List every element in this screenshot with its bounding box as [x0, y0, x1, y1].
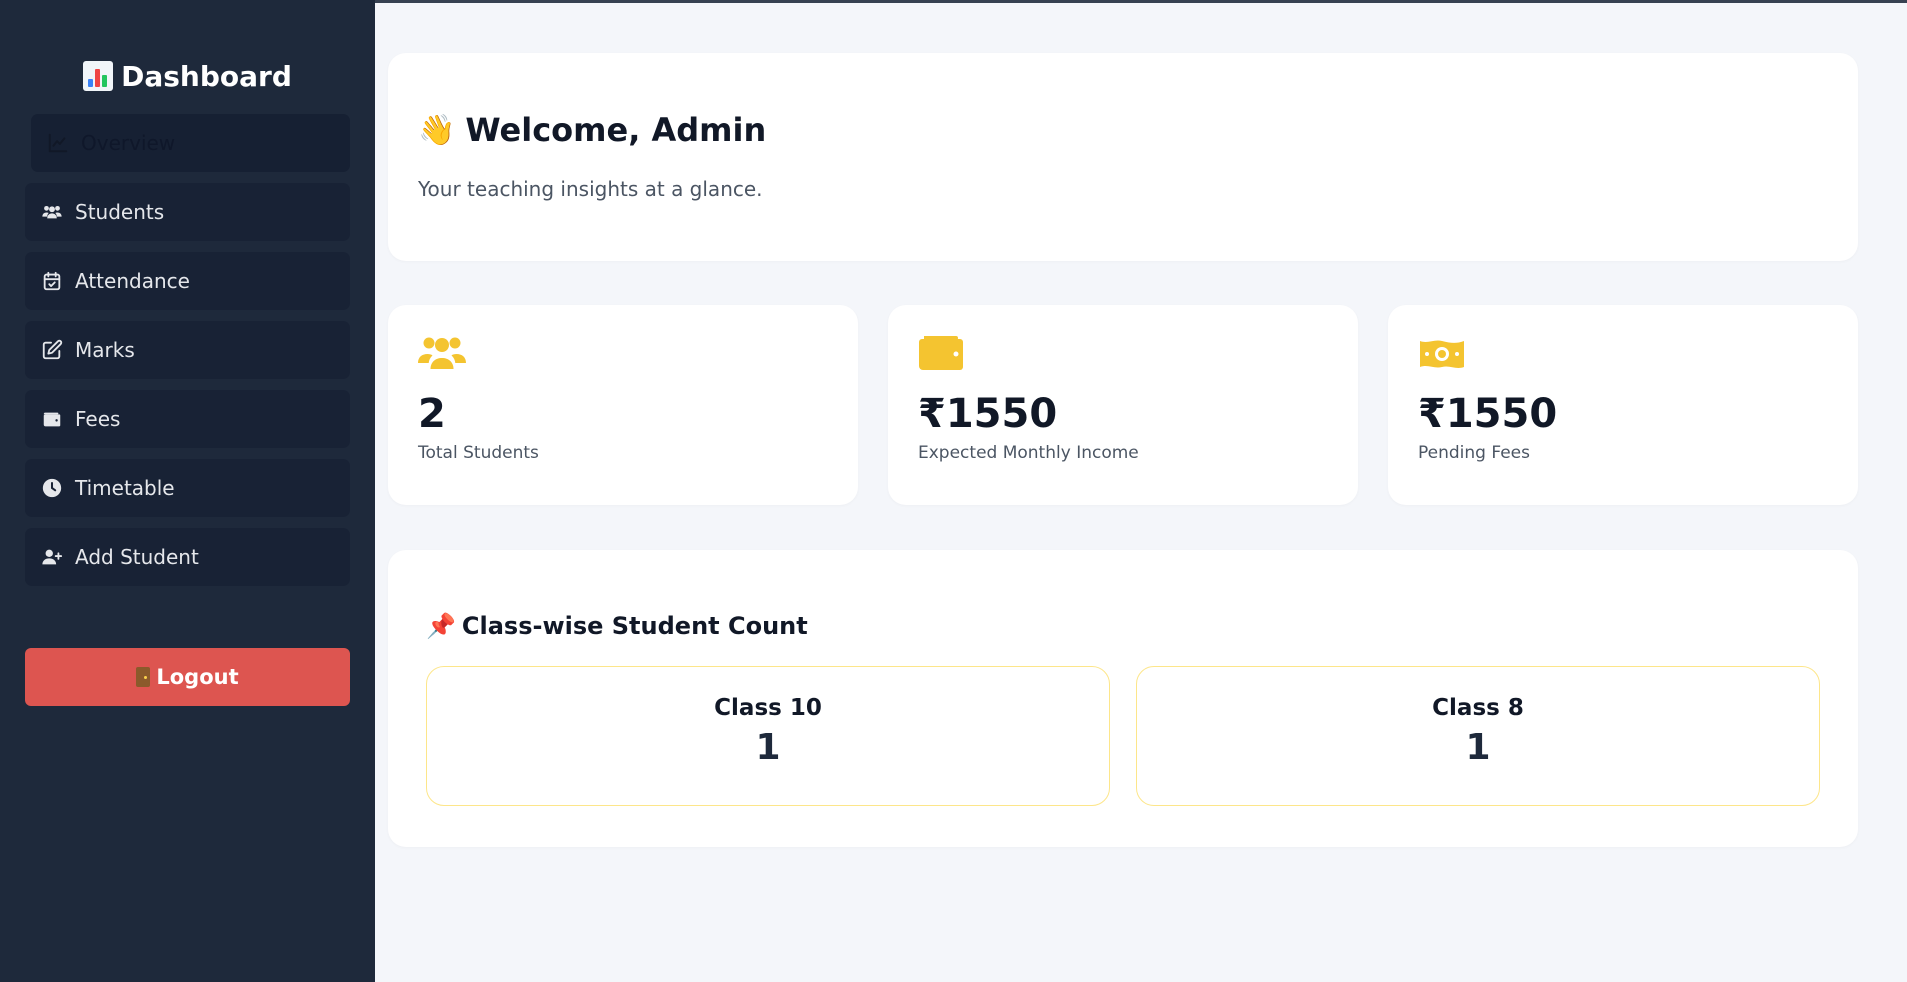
door-icon	[136, 667, 151, 687]
class-section-title: Class-wise Student Count	[461, 612, 808, 640]
sidebar-item-add-student[interactable]: Add Student	[25, 528, 350, 586]
class-count-card: 📌 Class-wise Student Count Class 10 1 Cl…	[388, 550, 1858, 847]
waving-hand-icon: 👋	[418, 112, 456, 148]
stat-label: Total Students	[418, 443, 539, 463]
users-icon	[418, 337, 466, 369]
sidebar: Dashboard Overview Students Attendance M…	[0, 0, 375, 982]
sidebar-item-overview[interactable]: Overview	[31, 114, 350, 172]
stat-label: Pending Fees	[1418, 443, 1530, 463]
calendar-check-icon	[43, 271, 61, 291]
stat-value: ₹1550	[1418, 391, 1558, 437]
class-count: 1	[1465, 727, 1491, 768]
sidebar-item-fees[interactable]: Fees	[25, 390, 350, 448]
stat-card-total-students: 2 Total Students	[388, 305, 858, 505]
sidebar-item-label: Timetable	[75, 476, 175, 500]
user-plus-icon	[42, 549, 63, 565]
sidebar-item-label: Add Student	[75, 545, 199, 569]
stat-value: ₹1550	[918, 391, 1058, 437]
stat-card-expected-income: ₹1550 Expected Monthly Income	[888, 305, 1358, 505]
class-grid: Class 10 1 Class 8 1	[426, 666, 1820, 806]
welcome-subtitle: Your teaching insights at a glance.	[418, 177, 763, 201]
class-box: Class 10 1	[426, 666, 1110, 806]
app: Dashboard Overview Students Attendance M…	[0, 0, 1907, 982]
users-icon	[42, 205, 62, 219]
money-bill-icon	[1420, 340, 1464, 368]
class-name: Class 10	[714, 695, 822, 721]
logout-label: Logout	[156, 665, 239, 689]
clock-icon	[42, 478, 62, 498]
wallet-icon	[919, 336, 963, 370]
sidebar-item-label: Attendance	[75, 269, 190, 293]
section-title: 📌 Class-wise Student Count	[426, 612, 1820, 640]
edit-icon	[42, 339, 63, 360]
stat-card-pending-fees: ₹1550 Pending Fees	[1388, 305, 1858, 505]
page-title: 👋 Welcome, Admin	[418, 111, 1828, 149]
sidebar-item-timetable[interactable]: Timetable	[25, 459, 350, 517]
bar-chart-icon	[83, 61, 114, 91]
sidebar-item-label: Marks	[75, 338, 135, 362]
sidebar-nav: Overview Students Attendance Marks Fees …	[0, 114, 375, 586]
logout-button[interactable]: Logout	[25, 648, 350, 706]
sidebar-item-attendance[interactable]: Attendance	[25, 252, 350, 310]
brand: Dashboard	[0, 56, 375, 96]
stat-label: Expected Monthly Income	[918, 443, 1139, 463]
sidebar-item-students[interactable]: Students	[25, 183, 350, 241]
brand-title: Dashboard	[121, 59, 292, 93]
main-content: 👋 Welcome, Admin Your teaching insights …	[375, 0, 1907, 982]
stat-value: 2	[418, 391, 446, 437]
sidebar-item-label: Students	[75, 200, 165, 224]
sidebar-item-label: Overview	[81, 131, 176, 155]
sidebar-item-marks[interactable]: Marks	[25, 321, 350, 379]
class-name: Class 8	[1432, 695, 1524, 721]
sidebar-item-label: Fees	[75, 407, 121, 431]
welcome-title-text: Welcome, Admin	[465, 111, 767, 149]
class-box: Class 8 1	[1136, 666, 1820, 806]
pushpin-icon: 📌	[426, 612, 456, 640]
line-chart-icon	[48, 133, 68, 153]
wallet-icon	[43, 412, 61, 427]
class-count: 1	[755, 727, 781, 768]
welcome-card: 👋 Welcome, Admin Your teaching insights …	[388, 53, 1858, 261]
